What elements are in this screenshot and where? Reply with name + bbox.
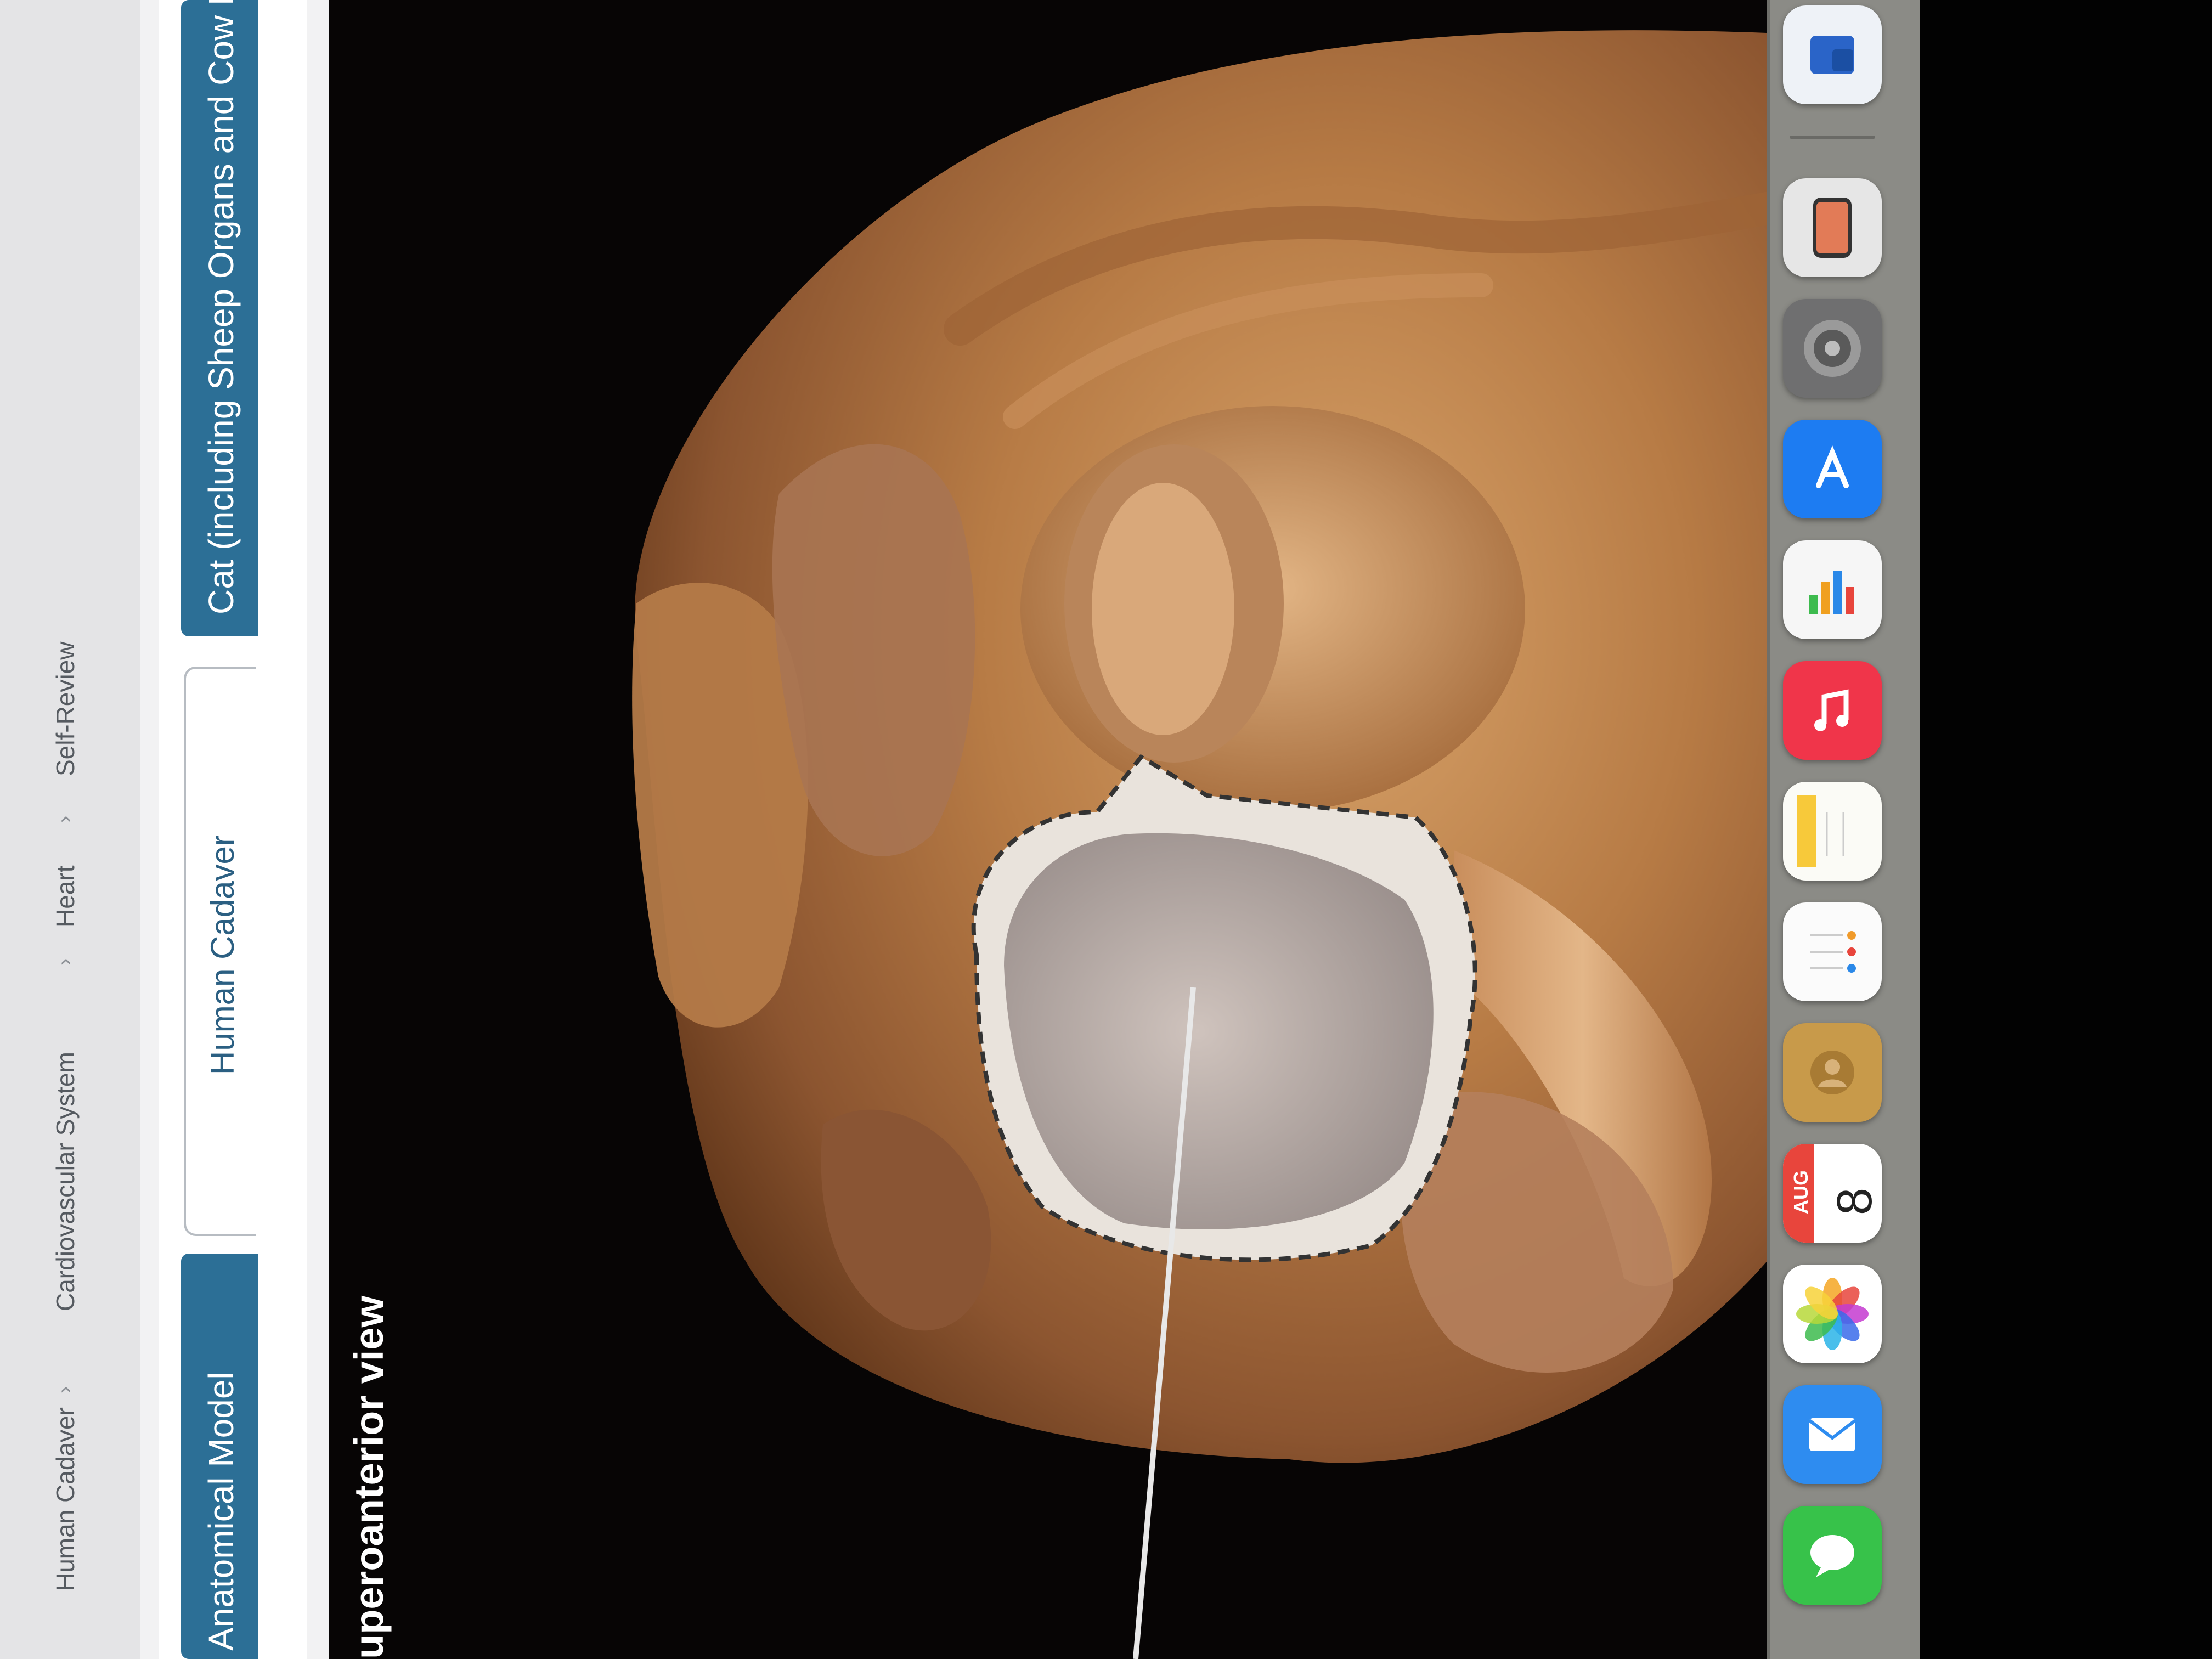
mail-icon[interactable] — [1783, 1385, 1882, 1484]
system-settings-icon[interactable] — [1783, 299, 1882, 398]
app-store-glyph — [1816, 445, 1849, 488]
tab-human-cadaver-label: Human Cadaver — [204, 835, 241, 1075]
dock-separator — [1790, 136, 1875, 139]
breadcrumb-separator: › — [53, 958, 77, 966]
contacts-icon[interactable] — [1783, 1023, 1882, 1122]
tab-anatomical-model[interactable]: Anatomical Model — [181, 1254, 258, 1659]
messages-icon[interactable] — [1783, 1506, 1882, 1605]
breadcrumb-item-self-review[interactable]: Self-Review — [50, 642, 80, 776]
page-shell: Human Cadaver › Cardiovascular System › … — [0, 0, 329, 1659]
heart-specimen-image — [632, 30, 1767, 1659]
photos-icon[interactable] — [1783, 1265, 1882, 1363]
breadcrumb-item-human-cadaver[interactable]: Human Cadaver — [50, 1407, 80, 1591]
tab-cat[interactable]: Cat (including Sheep Organs and Cow Eye) — [181, 0, 258, 636]
bars-glyph — [1809, 571, 1854, 614]
tab-human-cadaver[interactable]: Human Cadaver — [184, 667, 256, 1236]
notes-glyph — [1797, 795, 1844, 867]
view-title: uperoanterior view — [346, 1295, 392, 1659]
iphone-mirroring-icon[interactable] — [1783, 178, 1882, 277]
breadcrumb-item-cardiovascular-system[interactable]: Cardiovascular System — [50, 1052, 80, 1311]
word-glyph — [1810, 36, 1854, 74]
photos-flower-glyph — [1796, 1278, 1869, 1350]
reminders-glyph — [1810, 931, 1856, 973]
reminders-icon[interactable] — [1783, 902, 1882, 1001]
iphone-glyph — [1813, 198, 1852, 258]
speech-bubble-glyph — [1810, 1535, 1854, 1577]
breadcrumb-item-heart[interactable]: Heart — [50, 866, 80, 927]
calendar-month: AUG — [1790, 1170, 1812, 1214]
music-icon[interactable] — [1783, 661, 1882, 760]
notes-icon[interactable] — [1783, 782, 1882, 881]
breadcrumb-separator: › — [53, 1386, 77, 1393]
app-store-icon[interactable] — [1783, 420, 1882, 518]
gear-glyph — [1804, 320, 1861, 377]
numbers-icon[interactable] — [1783, 540, 1882, 639]
anatomy-viewer[interactable]: uperoanterior view — [329, 0, 1767, 1659]
tab-anatomical-model-label: Anatomical Model — [201, 1372, 241, 1651]
music-note-glyph — [1814, 689, 1849, 731]
monitor-bezel — [1920, 0, 2212, 1659]
tab-cat-label: Cat (including Sheep Organs and Cow Eye) — [201, 0, 241, 614]
envelope-glyph — [1808, 1418, 1857, 1451]
breadcrumb: Human Cadaver › Cardiovascular System › … — [0, 0, 140, 1659]
breadcrumb-separator: › — [53, 815, 77, 823]
contacts-glyph — [1810, 1051, 1854, 1094]
calendar-icon[interactable]: AUG 8 — [1783, 1144, 1882, 1243]
word-icon[interactable] — [1783, 5, 1882, 104]
calendar-day: 8 — [1827, 1187, 1882, 1215]
